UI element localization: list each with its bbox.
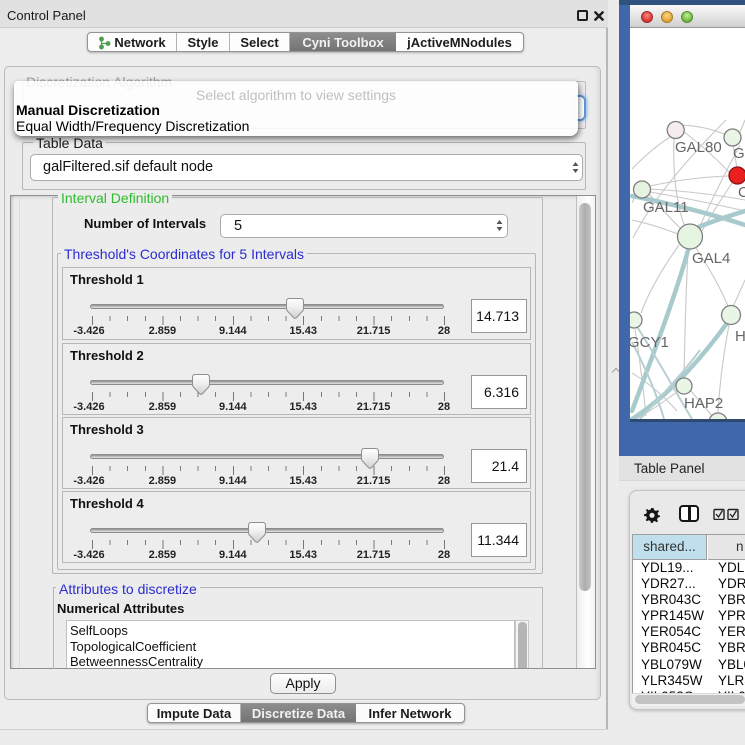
svg-text:G: G <box>733 145 745 162</box>
svg-text:HAP2: HAP2 <box>684 395 723 412</box>
svg-text:GAL80: GAL80 <box>675 139 722 156</box>
svg-text:GAL4: GAL4 <box>692 250 730 267</box>
svg-text:GCY1: GCY1 <box>630 334 669 351</box>
svg-text:C: C <box>738 184 745 201</box>
svg-text:GAL11: GAL11 <box>643 199 689 216</box>
svg-text:H: H <box>735 328 745 345</box>
